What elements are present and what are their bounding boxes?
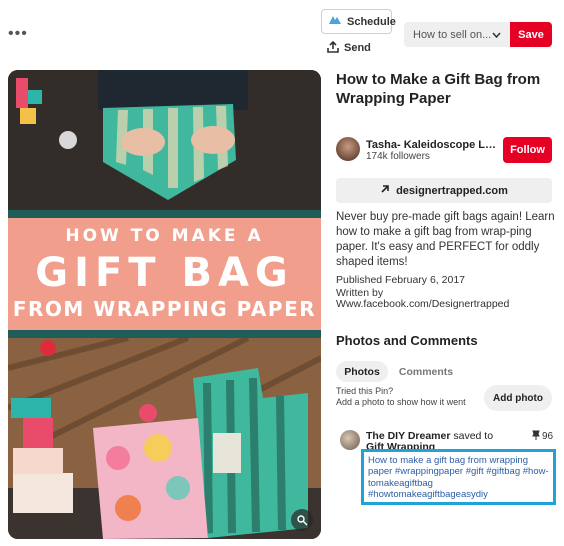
pin-photo-top xyxy=(8,70,321,210)
author-name[interactable]: Tasha- Kaleidoscope Livi... xyxy=(366,139,498,151)
save-count-value: 96 xyxy=(542,431,554,442)
pin-text-line2: GIFT BAG xyxy=(35,250,294,296)
save-button[interactable]: Save xyxy=(510,22,552,47)
author-followers: 174k followers xyxy=(366,151,430,162)
pin-image[interactable]: HOW TO MAKE A GIFT BAG FROM WRAPPING PAP… xyxy=(8,70,321,539)
tried-pin-prompt: Tried this Pin? xyxy=(336,386,394,396)
chevron-down-icon xyxy=(492,29,501,41)
schedule-icon xyxy=(328,14,342,29)
schedule-label: Schedule xyxy=(347,15,396,28)
author-avatar[interactable] xyxy=(336,137,360,161)
saver-avatar[interactable] xyxy=(340,430,360,450)
pin-photo-bottom xyxy=(8,335,321,539)
more-options-button[interactable]: ••• xyxy=(8,26,32,42)
tried-pin-hint: Add a photo to show how it went xyxy=(336,397,466,407)
send-label: Send xyxy=(344,42,371,54)
send-button[interactable]: Send xyxy=(321,36,379,60)
tab-photos[interactable]: Photos xyxy=(336,361,388,382)
pin-text-line1: HOW TO MAKE A xyxy=(65,226,264,246)
source-credit: Www.facebook.com/Designertrapped xyxy=(336,298,510,310)
board-select-value: How to sell on... xyxy=(413,28,492,41)
source-link-button[interactable]: designertrapped.com xyxy=(336,178,552,203)
board-select[interactable]: How to sell on... xyxy=(404,22,510,47)
pin-divider-bottom xyxy=(8,330,321,338)
pushpin-icon xyxy=(532,430,540,443)
pin-divider-top xyxy=(8,210,321,218)
saver-name[interactable]: The DIY Dreamer xyxy=(366,430,450,442)
save-count: 96 xyxy=(532,430,553,443)
pin-text-line3: FROM WRAPPING PAPER xyxy=(12,297,317,321)
visual-search-icon[interactable] xyxy=(291,509,313,531)
pin-description: Never buy pre-made gift bags again! Lear… xyxy=(336,211,555,268)
add-photo-button[interactable]: Add photo xyxy=(484,385,552,411)
published-date: Published February 6, 2017 xyxy=(336,274,465,286)
photos-comments-title: Photos and Comments xyxy=(336,333,478,348)
schedule-button[interactable]: Schedule xyxy=(321,9,396,34)
pin-title: How to Make a Gift Bag from Wrapping Pap… xyxy=(336,71,541,107)
saved-by-line: The DIY Dreamer saved to xyxy=(366,430,493,442)
follow-button[interactable]: Follow xyxy=(503,137,552,163)
saved-action: saved to xyxy=(453,430,494,442)
share-icon xyxy=(327,40,339,56)
saved-comment: How to make a gift bag from wrapping pap… xyxy=(361,449,556,505)
tab-comments[interactable]: Comments xyxy=(393,361,459,382)
source-link-label: designertrapped.com xyxy=(396,184,508,197)
arrow-up-right-icon xyxy=(380,184,390,197)
